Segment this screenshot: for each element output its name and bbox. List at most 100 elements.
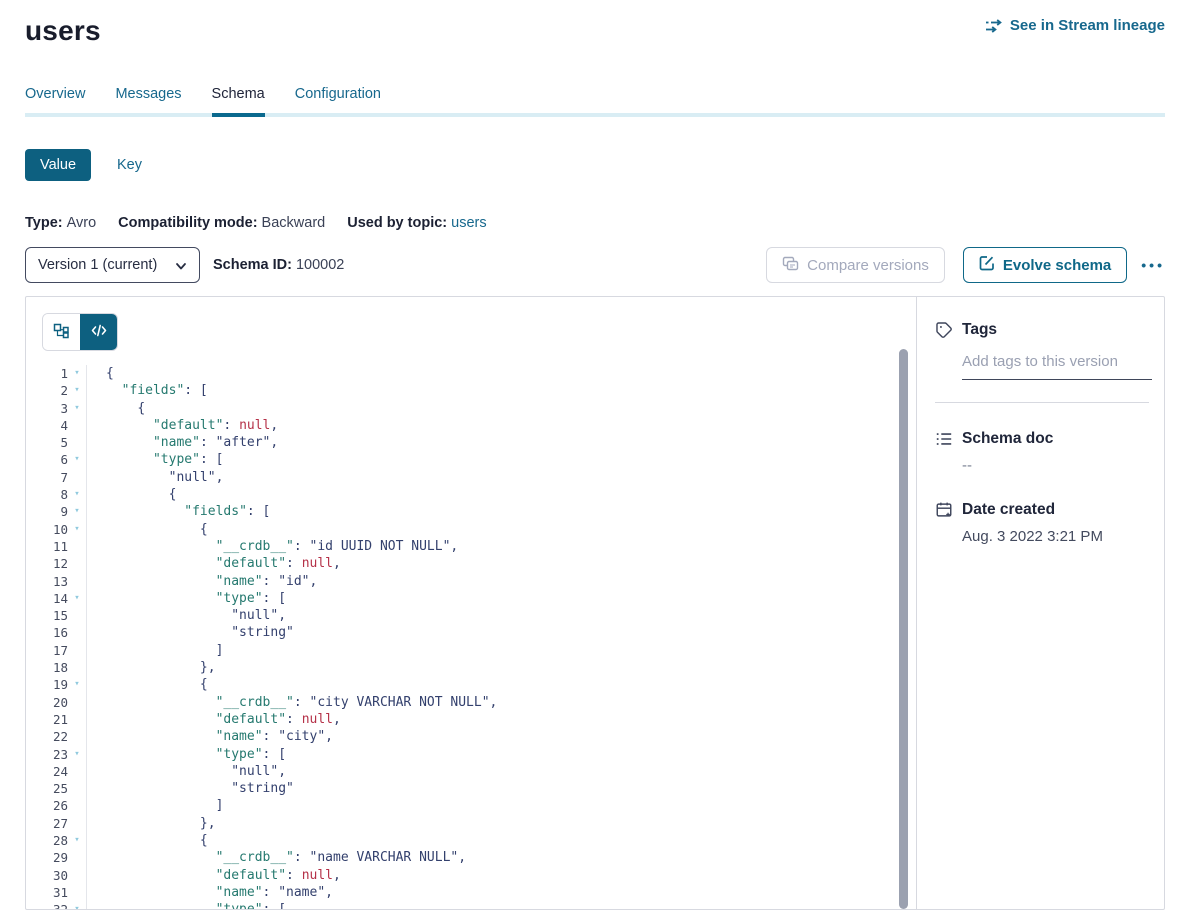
code-line: 5 "name": "after",: [42, 434, 916, 451]
fold-toggle-icon[interactable]: ▾: [68, 746, 87, 763]
code-line: 9▾ "fields": [: [42, 503, 916, 520]
fold-toggle-icon[interactable]: ▾: [68, 451, 87, 468]
schema-doc-value: --: [962, 457, 1149, 474]
code-line: 19▾ {: [42, 676, 916, 693]
fold-toggle-icon[interactable]: ▾: [68, 676, 87, 693]
code-line: 12 "default": null,: [42, 555, 916, 572]
fold-toggle-icon[interactable]: ▾: [68, 486, 87, 503]
fold-gutter: [68, 573, 87, 590]
code-line: 14▾ "type": [: [42, 590, 916, 607]
code-text: {: [87, 400, 145, 417]
version-select[interactable]: Version 1 (current): [25, 247, 200, 283]
compare-versions-icon: [782, 256, 799, 275]
line-number: 1: [42, 365, 68, 382]
tab-bar: Overview Messages Schema Configuration: [25, 86, 1165, 117]
code-text: "type": [: [87, 746, 286, 763]
line-number: 15: [42, 607, 68, 624]
fold-toggle-icon[interactable]: ▾: [68, 521, 87, 538]
compare-versions-button[interactable]: Compare versions: [766, 247, 945, 283]
fold-gutter: [68, 780, 87, 797]
fold-toggle-icon[interactable]: ▾: [68, 400, 87, 417]
line-number: 7: [42, 469, 68, 486]
schema-page: users See in Stream lineage Overview Mes…: [0, 0, 1189, 916]
code-line: 29 "__crdb__": "name VARCHAR NULL",: [42, 849, 916, 866]
line-number: 8: [42, 486, 68, 503]
code-line: 28▾ {: [42, 832, 916, 849]
code-text: "name": "id",: [87, 573, 317, 590]
line-number: 29: [42, 849, 68, 866]
more-actions-button[interactable]: •••: [1141, 257, 1165, 273]
code-editor[interactable]: 1▾{2▾ "fields": [3▾ {4 "default": null,5…: [42, 365, 916, 909]
code-text: "default": null,: [87, 555, 341, 572]
line-number: 5: [42, 434, 68, 451]
fold-toggle-icon[interactable]: ▾: [68, 590, 87, 607]
code-text: "type": [: [87, 451, 223, 468]
code-text: "name": "after",: [87, 434, 278, 451]
code-line: 24 "null",: [42, 763, 916, 780]
stream-lineage-link[interactable]: See in Stream lineage: [984, 17, 1165, 34]
line-number: 11: [42, 538, 68, 555]
line-number: 25: [42, 780, 68, 797]
code-line: 23▾ "type": [: [42, 746, 916, 763]
code-line: 11 "__crdb__": "id UUID NOT NULL",: [42, 538, 916, 555]
tab-overview[interactable]: Overview: [25, 86, 85, 113]
tab-configuration[interactable]: Configuration: [295, 86, 381, 113]
line-number: 27: [42, 815, 68, 832]
code-line: 26 ]: [42, 797, 916, 814]
schema-doc-title: Schema doc: [962, 430, 1053, 448]
line-number: 30: [42, 867, 68, 884]
line-number: 23: [42, 746, 68, 763]
tags-title: Tags: [962, 321, 997, 339]
tree-view-button[interactable]: [43, 314, 80, 350]
code-line: 17 ]: [42, 642, 916, 659]
tree-view-icon: [53, 323, 70, 342]
code-line: 30 "default": null,: [42, 867, 916, 884]
tag-icon: [935, 321, 953, 339]
fold-gutter: [68, 624, 87, 641]
code-text: "fields": [: [87, 382, 208, 399]
sidebar-divider: [935, 402, 1149, 403]
code-line: 16 "string": [42, 624, 916, 641]
line-number: 16: [42, 624, 68, 641]
code-view-button[interactable]: [80, 314, 117, 350]
evolve-schema-button[interactable]: Evolve schema: [963, 247, 1127, 283]
code-text: "default": null,: [87, 867, 341, 884]
fold-toggle-icon[interactable]: ▾: [68, 901, 87, 909]
fold-toggle-icon[interactable]: ▾: [68, 832, 87, 849]
line-number: 14: [42, 590, 68, 607]
tab-messages[interactable]: Messages: [115, 86, 181, 113]
line-number: 17: [42, 642, 68, 659]
code-text: "__crdb__": "name VARCHAR NULL",: [87, 849, 466, 866]
code-text: "__crdb__": "city VARCHAR NOT NULL",: [87, 694, 497, 711]
line-number: 18: [42, 659, 68, 676]
code-text: "null",: [87, 607, 286, 624]
add-tags-input[interactable]: [962, 353, 1152, 380]
schema-type: Type:Avro: [25, 215, 96, 231]
fold-toggle-icon[interactable]: ▾: [68, 365, 87, 382]
value-toggle-button[interactable]: Value: [25, 149, 91, 181]
key-toggle-link[interactable]: Key: [117, 157, 142, 173]
fold-gutter: [68, 884, 87, 901]
code-text: {: [87, 365, 114, 382]
code-line: 18 },: [42, 659, 916, 676]
topic-link[interactable]: users: [451, 215, 486, 231]
date-created-section: Date created Aug. 3 2022 3:21 PM: [935, 501, 1149, 545]
code-line: 4 "default": null,: [42, 417, 916, 434]
fold-gutter: [68, 555, 87, 572]
line-number: 19: [42, 676, 68, 693]
stream-lineage-label: See in Stream lineage: [1010, 17, 1165, 34]
fold-toggle-icon[interactable]: ▾: [68, 503, 87, 520]
code-view-icon: [91, 324, 107, 340]
stream-lineage-icon: [984, 19, 1003, 33]
version-select-value: Version 1 (current): [38, 257, 157, 273]
date-created-value: Aug. 3 2022 3:21 PM: [962, 528, 1149, 545]
fold-toggle-icon[interactable]: ▾: [68, 382, 87, 399]
fold-gutter: [68, 417, 87, 434]
schema-panel: 1▾{2▾ "fields": [3▾ {4 "default": null,5…: [25, 296, 1165, 910]
code-scrollbar-thumb[interactable]: [899, 349, 908, 909]
tab-schema[interactable]: Schema: [212, 86, 265, 113]
code-text: ]: [87, 642, 223, 659]
tags-section: Tags: [935, 321, 1149, 403]
code-line: 1▾{: [42, 365, 916, 382]
code-line: 25 "string": [42, 780, 916, 797]
